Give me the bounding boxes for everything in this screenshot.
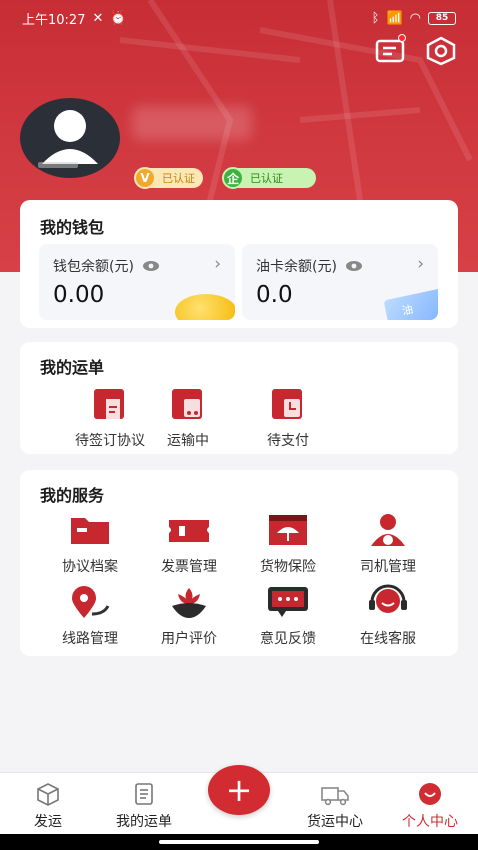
header-actions [374,34,458,66]
verified-badge: V 已认证 [134,167,203,189]
service-cargo-insurance[interactable]: 货物保险 [238,512,338,576]
alarm-icon: ⏰ [110,10,127,26]
service-label: 协议档案 [62,559,118,575]
fuel-balance-label: 油卡余额(元) [256,259,337,275]
profile-icon [419,783,441,805]
folder-icon [71,518,109,544]
service-user-reviews[interactable]: 用户评价 [139,584,239,648]
message-button[interactable] [374,34,408,66]
driver-icon [371,514,405,546]
service-label: 发票管理 [161,559,217,575]
tab-label: 发运 [34,814,62,830]
system-navigation-bar [0,834,478,850]
service-label: 意见反馈 [260,631,316,647]
service-online-support[interactable]: 在线客服 [338,584,438,648]
order-item-label: 运输中 [167,433,209,449]
contract-icon [94,389,124,419]
tab-my-orders[interactable]: 我的运单 [94,781,194,831]
chevron-right-icon: › [214,254,221,274]
flower-icon [172,588,206,618]
service-agreement-archive[interactable]: 协议档案 [40,512,140,576]
order-item-in-transit[interactable]: 运输中 [138,386,238,450]
eye-icon[interactable] [345,260,363,272]
service-label: 在线客服 [360,631,416,647]
orders-title: 我的运单 [40,358,105,377]
status-time: 上午10:27 [22,12,86,28]
services-title: 我的服务 [40,486,105,505]
truck-outline-icon [321,787,349,806]
headset-icon [369,584,407,613]
box-icon [37,783,59,806]
eye-icon[interactable] [142,260,160,272]
enterprise-icon: 企 [222,167,244,189]
service-label: 用户评价 [161,631,217,647]
settings-icon [426,36,456,66]
service-label: 线路管理 [62,631,118,647]
orders-card: 我的运单 待签订协议 运输中 待支付 [20,342,458,454]
wallet-balance-box[interactable]: 钱包余额(元) › 0.00 [39,244,235,320]
mute-icon: ✕ [92,10,104,26]
tab-label: 我的运单 [116,814,172,830]
fuel-card-icon: 油 [383,288,438,320]
list-icon [135,783,153,805]
service-driver-management[interactable]: 司机管理 [338,512,438,576]
notification-dot [398,34,406,42]
ticket-icon [169,520,209,542]
fuel-balance-value: 0.0 [256,282,293,308]
battery-icon: 85 [428,11,456,25]
wallet-balance-value: 0.00 [53,282,105,308]
order-item-label: 待签订协议 [75,433,145,449]
truck-icon [172,389,202,419]
signal-icon: 📶 [386,10,403,26]
verified-label: 已认证 [162,172,195,185]
services-card: 我的服务 协议档案 发票管理 货物保险 司机管理 线路管理 用户评价 意见反馈 … [20,470,458,656]
umbrella-icon [269,515,307,545]
feedback-icon [268,587,308,617]
service-label: 司机管理 [360,559,416,575]
fuel-card-balance-box[interactable]: 油卡余额(元) › 0.0 油 [242,244,438,320]
tab-ship[interactable]: 发运 [0,781,98,831]
home-indicator[interactable] [159,840,319,844]
enterprise-verified-label: 已认证 [250,172,283,185]
tab-label: 货运中心 [307,814,363,830]
service-route-management[interactable]: 线路管理 [40,584,140,648]
coin-icon [175,294,235,320]
service-invoice-management[interactable]: 发票管理 [139,512,239,576]
service-feedback[interactable]: 意见反馈 [238,584,338,648]
add-button[interactable]: + [208,765,270,815]
service-label: 货物保险 [260,559,316,575]
tab-freight-center[interactable]: 货运中心 [285,781,385,831]
wallet-card: 我的钱包 钱包余额(元) › 0.00 油卡余额(元) › 0.0 油 [20,200,458,328]
wallet-balance-label: 钱包余额(元) [53,259,134,275]
wifi-icon: ◠ [409,10,421,26]
order-item-pending-payment[interactable]: 待支付 [238,386,338,450]
username-blurred [132,106,252,140]
clock-icon [272,389,302,419]
wallet-title: 我的钱包 [40,218,105,237]
tab-personal-center[interactable]: 个人中心 [380,781,478,831]
tab-label: 个人中心 [402,814,458,830]
status-bar: 上午10:27 ✕ ⏰ ᛒ 📶 ◠ 85 [0,0,478,36]
order-item-label: 待支付 [267,433,309,449]
route-icon [72,586,110,618]
bluetooth-icon: ᛒ [371,10,380,26]
settings-button[interactable] [424,36,458,66]
avatar-caption [38,162,78,168]
chevron-right-icon: › [417,254,424,274]
v-verified-icon: V [134,167,156,189]
enterprise-verified-badge: 企 已认证 [222,167,316,189]
